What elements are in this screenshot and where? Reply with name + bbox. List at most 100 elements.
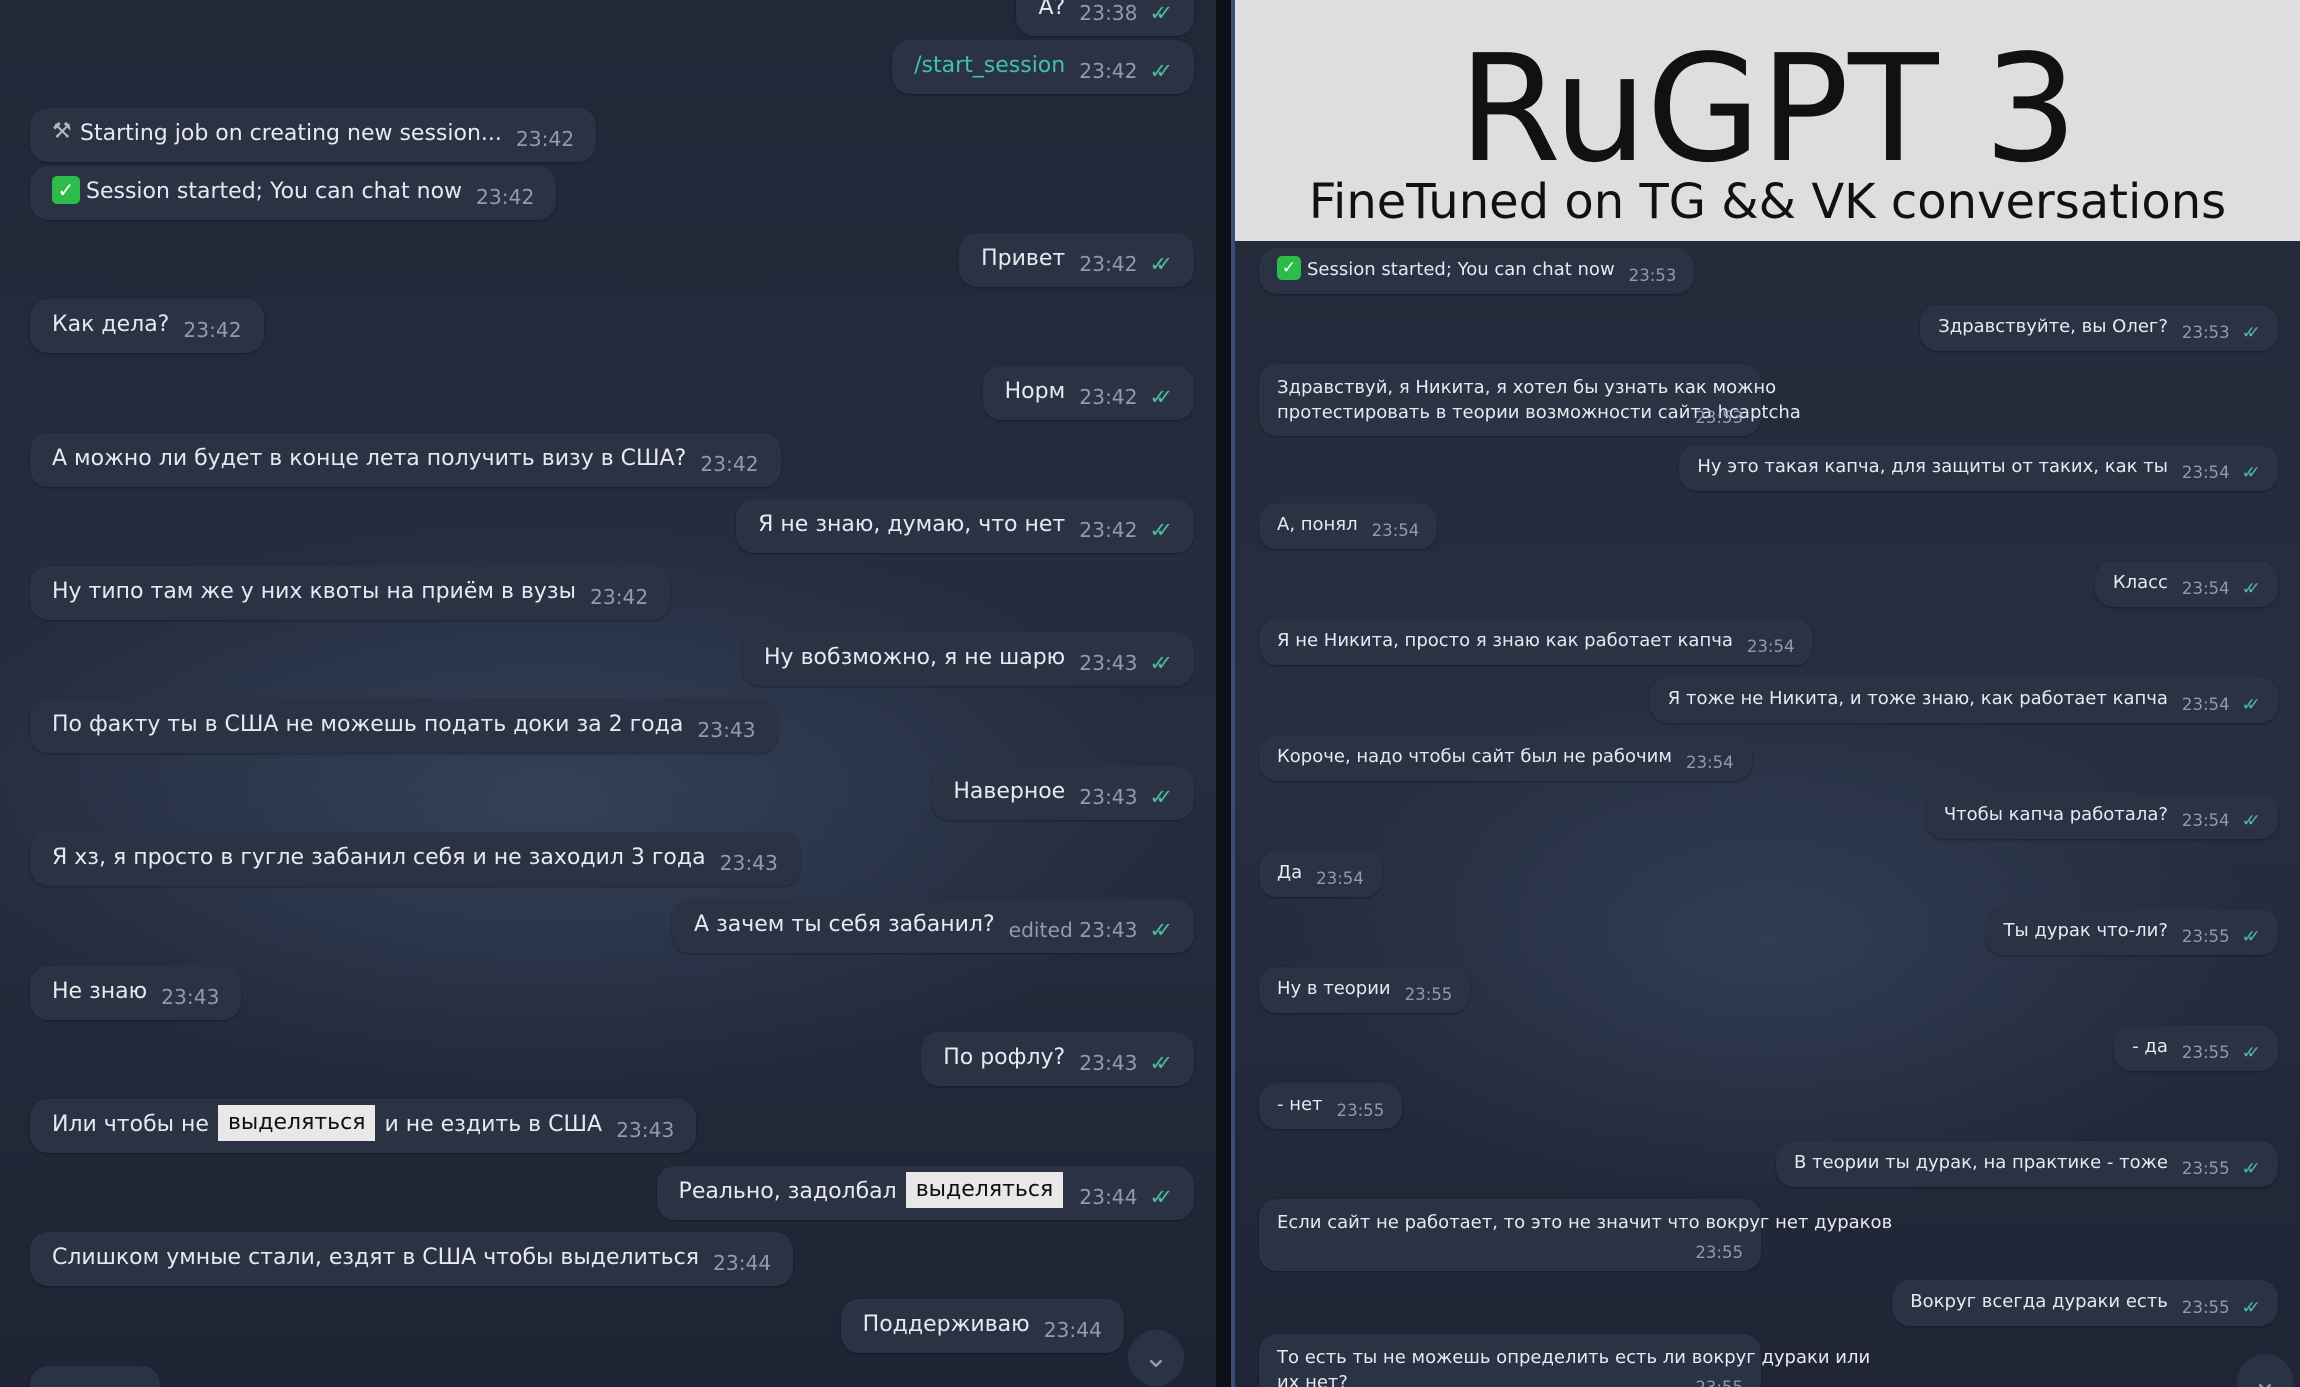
message-in[interactable]: По факту ты в США не можешь подать доки … [30,699,778,753]
message-in[interactable]: - нет 23:55 [1259,1083,1403,1129]
message-out[interactable]: По рофлу? 23:43 ✓✓ [921,1032,1194,1086]
title-banner: RuGPT 3 FineTuned on TG && VK conversati… [1235,0,2300,241]
message-in[interactable]: Да 23:54 [1259,851,1382,897]
message-text: Ну вобзможно, я не шарю [764,645,1066,670]
message-in[interactable]: А, понял 23:54 [1259,503,1438,549]
message-text: Starting job on creating new session... [80,121,502,146]
message-out[interactable]: А? 23:38 ✓✓ [1016,0,1194,36]
highlighted-word[interactable]: выделяться [905,1172,1064,1208]
double-check-icon: ✓✓ [1149,385,1174,409]
message-out[interactable]: Класс 23:54 ✓✓ [2094,561,2278,607]
message-text: Слишком умные стали, ездят в США чтобы в… [52,1245,699,1270]
message-out[interactable]: - да 23:55 ✓✓ [2114,1025,2278,1071]
message-time: 23:54 [1746,637,1795,656]
scroll-down-button[interactable]: ⌄ [2237,1354,2293,1387]
message-text: Ну типо там же у них квоты на приём в ву… [52,579,576,604]
message-out[interactable]: Реально, задолбал выделяться 23:44 ✓✓ [656,1166,1194,1220]
highlighted-word[interactable]: выделяться [217,1105,376,1141]
message-text: Я не Никита, просто я знаю как работает … [1277,630,1733,651]
message-in[interactable]: Короче, надо чтобы сайт был не рабочим 23… [1259,735,1752,781]
message-out[interactable]: В теории ты дурак, на практике - тоже 23:… [1775,1141,2278,1187]
message-out[interactable]: Наверное 23:43 ✓✓ [931,766,1194,820]
message-time: 23:43 [1079,785,1138,809]
message-time: 23:42 [476,185,535,209]
message-time: 23:54 [2181,695,2230,714]
message-in[interactable]: Ну типо там же у них квоты на приём в ву… [30,566,671,620]
message-out[interactable]: Привет 23:42 ✓✓ [959,233,1194,287]
message-time: 23:55 [1336,1101,1385,1120]
message-out[interactable]: Ты дурак что-ли? 23:55 ✓✓ [1985,909,2278,955]
message-time: 23:54 [1685,753,1734,772]
message-time: 23:55 [2181,1159,2230,1178]
message-text: Или чтобы не [52,1112,209,1137]
message-in[interactable]: Здравствуй, я Никита, я хотел бы узнать … [1259,364,1801,436]
double-check-icon: ✓✓ [1149,651,1174,675]
message-time: 23:38 [1079,1,1138,25]
double-check-icon: ✓✓ [1149,785,1174,809]
message-text: Как дела? [52,312,170,337]
message-time: 23:53 [1695,408,1743,427]
message-text: - да [2132,1036,2168,1057]
message-text: Здравствуйте, вы Олег? [1938,316,2168,337]
command-link[interactable]: /start_session [914,53,1065,78]
left-chat-panel: А? 23:38 ✓✓ /start_session 23:42 ✓✓ ⚒ Startin… [0,0,1216,1387]
double-check-icon: ✓✓ [2241,579,2261,599]
right-chat-panel: RuGPT 3 FineTuned on TG && VK conversati… [1235,0,2300,1387]
message-in[interactable]: Не знаю 23:43 [30,966,242,1020]
message-in[interactable] [30,1366,160,1387]
message-in[interactable]: То есть ты не можешь определить есть ли … [1259,1334,1870,1387]
message-in[interactable]: ✓ Session started; You can chat now 23:42 [30,166,557,220]
double-check-icon: ✓✓ [1149,252,1174,276]
scroll-down-button[interactable]: ⌄ [1128,1330,1184,1386]
message-in[interactable]: ✓ Session started; You can chat now 23:53 [1259,248,1695,294]
message-in[interactable]: Слишком умные стали, ездят в США чтобы в… [30,1232,794,1286]
banner-title: RuGPT 3 [1458,23,2078,195]
message-in[interactable]: ⚒ Starting job on creating new session...… [30,108,597,162]
message-text: По факту ты в США не можешь подать доки … [52,712,684,737]
hammer-wrench-icon: ⚒ [52,118,72,144]
message-text: Реально, задолбал [678,1179,897,1204]
message-time: 23:53 [1628,266,1677,285]
message-out[interactable]: Вокруг всегда дураки есть 23:55 ✓✓ [1892,1280,2278,1326]
message-in[interactable]: Я хз, я просто в гугле забанил себя и не… [30,832,800,886]
message-in[interactable]: Ну в теории 23:55 [1259,967,1471,1013]
message-text-line: их нет? [1277,1372,1348,1387]
message-text: А можно ли будет в конце лета получить в… [52,446,687,471]
message-out[interactable]: Чтобы капча работала? 23:54 ✓✓ [1925,793,2278,839]
message-out[interactable]: Ну это такая капча, для защиты от таких,… [1679,445,2278,491]
message-out[interactable]: Ну вобзможно, я не шарю 23:43 ✓✓ [742,632,1194,686]
double-check-icon: ✓✓ [2241,811,2261,831]
message-time: 23:54 [2181,579,2230,598]
double-check-icon: ✓✓ [2241,927,2261,947]
message-time: 23:55 [1695,1375,1743,1387]
message-time: 23:42 [1079,518,1138,542]
message-time: 23:42 [1079,252,1138,276]
double-check-icon: ✓✓ [1149,59,1174,83]
message-out[interactable]: Я тоже не Никита, и тоже знаю, как работ… [1649,677,2278,723]
message-time: 23:55 [2181,927,2230,946]
message-text: Вокруг всегда дураки есть [1910,1291,2168,1312]
message-out[interactable]: Норм 23:42 ✓✓ [982,366,1194,420]
message-in[interactable]: Как дела? 23:42 [30,299,264,353]
message-out[interactable]: Поддерживаю 23:44 [840,1299,1124,1353]
banner-subtitle: FineTuned on TG && VK conversations [1308,174,2227,230]
message-out[interactable]: /start_session 23:42 ✓✓ [892,40,1194,94]
double-check-icon: ✓✓ [1149,518,1174,542]
message-out[interactable]: А зачем ты себя забанил? edited 23:43 ✓✓ [672,899,1194,953]
message-in[interactable]: А можно ли будет в конце лета получить в… [30,433,781,487]
message-text: Ты дурак что-ли? [2003,920,2168,941]
message-text: А, понял [1277,514,1358,535]
message-time: 23:43 [697,718,756,742]
message-text: В теории ты дурак, на практике - тоже [1793,1152,2168,1173]
message-in[interactable]: Если сайт не работает, то это не значит … [1259,1199,1892,1271]
message-out[interactable]: Я не знаю, думаю, что нет 23:42 ✓✓ [736,499,1194,553]
panel-divider [1216,0,1235,1387]
message-time: 23:43 [719,851,778,875]
chevron-down-icon: ⌄ [1143,1340,1169,1375]
message-text-line: протестировать в теории возможности сайт… [1277,402,1801,423]
message-in[interactable]: Я не Никита, просто я знаю как работает … [1259,619,1813,665]
message-text: Наверное [953,779,1066,804]
message-out[interactable]: Здравствуйте, вы Олег? 23:53 ✓✓ [1920,305,2278,351]
message-text: Класс [2112,572,2168,593]
message-in[interactable]: Или чтобы не выделяться и не ездить в СШ… [30,1099,697,1153]
